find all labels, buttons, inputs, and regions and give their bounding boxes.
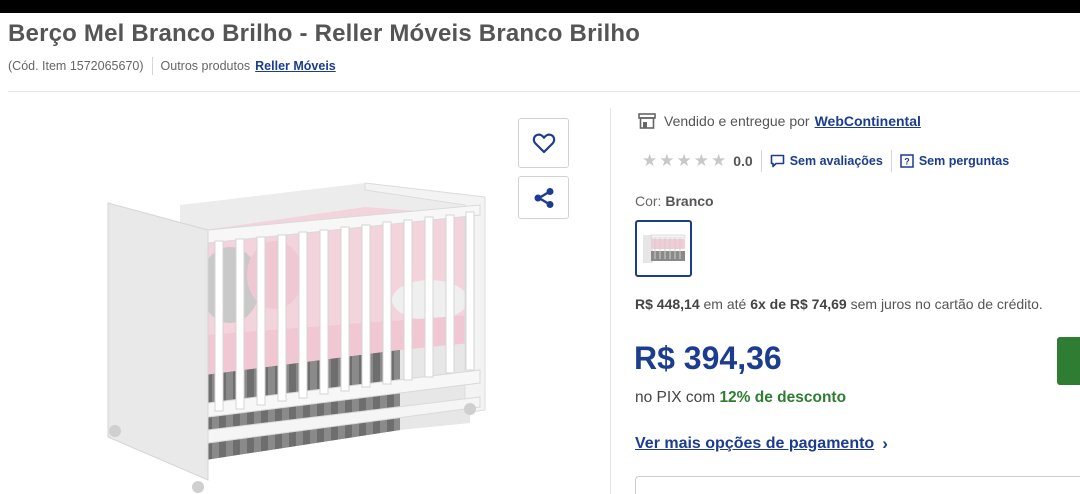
rating-value: 0.0 [733,153,753,169]
color-label-prefix: Cor: [635,193,662,209]
buy-button[interactable] [1057,337,1080,385]
reviews-label: Sem avaliações [789,154,883,168]
share-button[interactable] [518,176,569,219]
color-swatch-branco[interactable] [635,220,692,277]
more-payment-options-link[interactable]: Ver mais opções de pagamento › [635,434,888,454]
comment-icon [770,154,785,168]
product-title: Berço Mel Branco Brilho - Reller Móveis … [8,20,641,47]
pix-info: no PIX com 12% de desconto [635,389,846,407]
star-icon: ★ [693,151,711,170]
divider [890,150,892,172]
pix-discount: 12% de desconto [719,389,847,406]
header-divider [8,91,1080,92]
share-icon [534,187,553,208]
star-icon: ★ [659,151,677,170]
svg-text:?: ? [904,157,910,167]
product-image[interactable] [100,175,500,494]
crib-thumbnail [642,234,685,263]
chevron-right-icon: › [882,434,888,453]
installment-count: 6x de R$ 74,69 [750,296,847,312]
installment-text-1: em até [703,296,747,312]
store-icon [638,113,656,129]
rating-row: ★ ★ ★ ★ ★ 0.0 Sem avaliações ? Sem pergu… [642,150,1009,172]
more-payment-label: Ver mais opções de pagamento [635,435,875,452]
rating-stars: ★ ★ ★ ★ ★ [642,151,728,171]
column-divider [610,108,611,494]
divider [151,57,153,75]
item-code: (Cód. Item 1572065670) [8,59,144,73]
question-icon: ? [900,154,914,168]
seller-info: Vendido e entregue por WebContinental [638,112,921,130]
pix-prefix: no PIX com [635,389,716,406]
star-icon: ★ [642,151,660,170]
star-icon: ★ [711,151,729,170]
reviews-link[interactable]: Sem avaliações [770,154,883,168]
list-price: R$ 448,14 [635,296,700,312]
divider [760,150,762,172]
star-icon: ★ [676,151,694,170]
seller-prefix: Vendido e entregue por [664,113,810,129]
color-label: Cor: Branco [635,193,714,209]
top-status-bar [0,0,1080,13]
other-products-label: Outros produtos [160,59,251,73]
price: R$ 394,36 [634,340,782,376]
questions-label: Sem perguntas [918,154,1010,168]
installment-info: R$ 448,14 em até 6x de R$ 74,69 sem juro… [635,296,1043,312]
favorite-button[interactable] [518,118,569,168]
brand-link[interactable]: Reller Móveis [255,59,336,73]
crib-illustration [107,182,486,493]
color-selected: Branco [665,193,714,209]
installment-text-2: sem juros no cartão de crédito. [850,296,1043,312]
seller-link[interactable]: WebContinental [815,113,921,129]
questions-link[interactable]: ? Sem perguntas [900,154,1009,168]
product-subline: (Cód. Item 1572065670) Outros produtos R… [8,57,336,75]
heart-icon [532,133,555,154]
shipping-box[interactable] [635,476,1080,494]
